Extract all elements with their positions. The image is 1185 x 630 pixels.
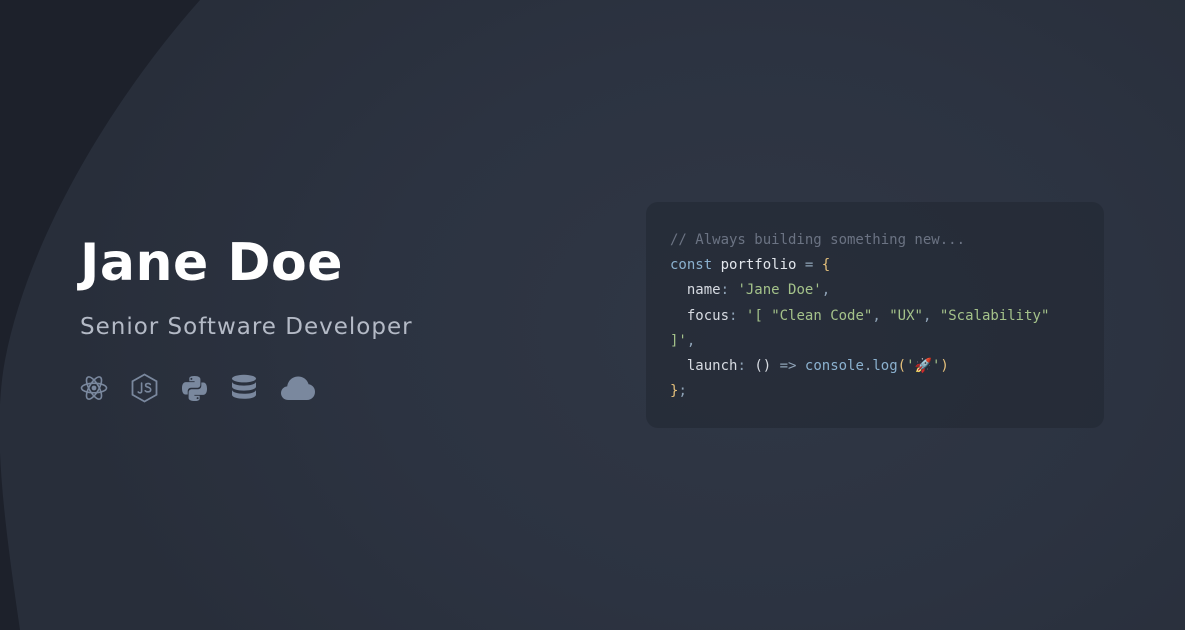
- code-open-brace: {: [821, 257, 831, 274]
- code-operator: =: [804, 257, 814, 274]
- python-icon: [181, 375, 208, 402]
- code-line-7: };: [670, 379, 1080, 404]
- code-paren-close: ): [940, 357, 949, 374]
- code-comma: ,: [922, 307, 932, 324]
- code-colon: :: [720, 282, 730, 299]
- code-line-1: // Always building something new...: [670, 228, 1080, 253]
- code-console: console: [804, 357, 864, 374]
- code-line-5: ]',: [670, 329, 1080, 354]
- code-comma: ,: [821, 282, 831, 299]
- code-semicolon: ;: [678, 383, 687, 400]
- hero-section: Jane Doe Senior Software Developer: [80, 232, 600, 404]
- code-arrow: =>: [779, 357, 797, 374]
- code-prop-launch: launch: [686, 357, 738, 374]
- code-line-2: const portfolio = {: [670, 253, 1080, 278]
- code-paren-open: (: [897, 357, 907, 374]
- react-icon: [80, 374, 108, 402]
- code-prop-name: name: [686, 282, 721, 299]
- code-identifier: portfolio: [720, 257, 797, 274]
- code-comment: // Always building something new...: [670, 232, 966, 248]
- code-colon: :: [729, 307, 738, 324]
- code-line-6: launch: () => console.log('🚀'): [670, 354, 1080, 379]
- code-keyword-const: const: [670, 257, 713, 274]
- code-parens: (): [754, 357, 772, 374]
- code-string-name: 'Jane Doe': [737, 282, 822, 299]
- code-comma: ,: [872, 307, 881, 324]
- database-icon: [231, 374, 257, 403]
- tech-stack-icons: [80, 372, 600, 404]
- cloud-icon: [280, 375, 316, 401]
- code-snippet-card: // Always building something new... cons…: [646, 202, 1104, 428]
- code-log-fn: log: [872, 357, 898, 374]
- code-string-open: '[: [745, 307, 763, 324]
- nodejs-icon: [131, 373, 158, 403]
- code-prop-focus: focus: [686, 307, 730, 324]
- code-string-close: ]': [670, 332, 687, 349]
- code-colon: :: [737, 357, 746, 374]
- developer-name: Jane Doe: [80, 233, 343, 293]
- code-line-4: focus: '[ "Clean Code", "UX", "Scalabili…: [670, 304, 1080, 329]
- code-line-3: name: 'Jane Doe',: [670, 278, 1080, 303]
- code-comma: ,: [686, 332, 696, 349]
- rocket-icon: 🚀: [914, 357, 932, 374]
- code-focus-item-2: "UX": [889, 307, 923, 324]
- developer-role: Senior Software Developer: [80, 314, 413, 340]
- code-focus-item-1: "Clean Code": [771, 307, 873, 324]
- code-focus-item-3: "Scalability": [939, 307, 1050, 324]
- code-quote-open: ': [906, 357, 915, 374]
